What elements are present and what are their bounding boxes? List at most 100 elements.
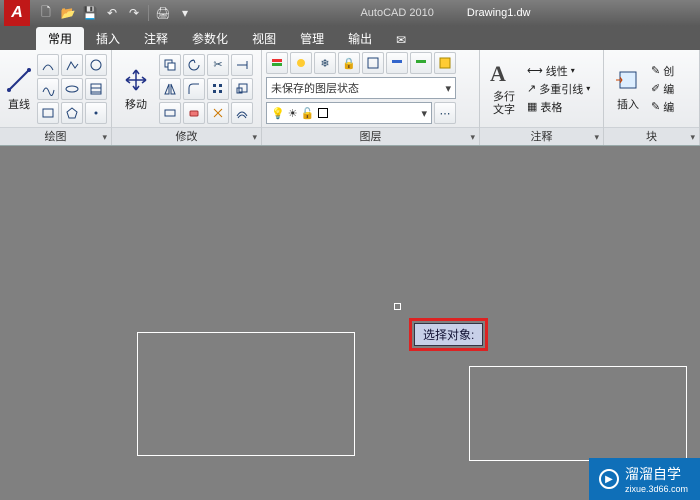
panel-modify-label[interactable]: 修改 bbox=[112, 127, 261, 145]
tooltip-text: 选择对象: bbox=[423, 328, 474, 342]
layer-off-icon[interactable] bbox=[290, 52, 312, 74]
move-button[interactable]: 移动 bbox=[116, 66, 156, 112]
stretch-icon[interactable] bbox=[159, 102, 181, 124]
layer-freeze-icon[interactable]: ❄ bbox=[314, 52, 336, 74]
polyline-icon[interactable] bbox=[61, 54, 83, 76]
watermark-url: zixue.3d66.com bbox=[625, 484, 688, 494]
move-label: 移动 bbox=[125, 96, 147, 112]
panel-draw-label[interactable]: 绘图 bbox=[0, 127, 111, 145]
layer-iso-icon[interactable] bbox=[362, 52, 384, 74]
play-icon: ▶ bbox=[599, 469, 619, 489]
panel-block-label[interactable]: 块 bbox=[604, 127, 699, 145]
bulb-icon: 💡 bbox=[271, 107, 285, 120]
quick-access-toolbar: 🗋 📂 💾 ↶ ↷ 🖨 ▾ bbox=[36, 3, 195, 23]
panel-annot-label[interactable]: 注释 bbox=[480, 127, 603, 145]
insert-block-button[interactable]: 插入 bbox=[608, 66, 648, 112]
tab-insert[interactable]: 插入 bbox=[84, 27, 132, 50]
layer-state-value: 未保存的图层状态 bbox=[271, 80, 359, 96]
panel-modify: 移动 ✂ 修改 bbox=[112, 50, 262, 145]
ellipse-icon[interactable] bbox=[61, 78, 83, 100]
layer-lock-icon[interactable]: 🔒 bbox=[338, 52, 360, 74]
mtext-label: 多行 文字 bbox=[493, 91, 515, 115]
line-label: 直线 bbox=[8, 96, 30, 112]
trim-icon[interactable]: ✂ bbox=[207, 54, 229, 76]
table-icon: ▦ bbox=[527, 100, 537, 113]
edit-block-button[interactable]: ✐ 编 bbox=[651, 81, 674, 97]
modify-tools: ✂ bbox=[159, 54, 253, 124]
qat-new-icon[interactable]: 🗋 bbox=[36, 3, 56, 23]
drawing-canvas[interactable]: 选择对象: ▶ 溜溜自学 zixue.3d66.com bbox=[0, 146, 700, 500]
arc-icon[interactable] bbox=[37, 54, 59, 76]
explode-icon[interactable] bbox=[207, 102, 229, 124]
layer-more-icon[interactable]: ⋯ bbox=[434, 102, 456, 124]
app-name: AutoCAD 2010 bbox=[360, 7, 433, 19]
qat-open-icon[interactable]: 📂 bbox=[58, 3, 78, 23]
tab-manage[interactable]: 管理 bbox=[288, 27, 336, 50]
text-icon: A bbox=[490, 61, 518, 89]
layer-match-icon[interactable] bbox=[386, 52, 408, 74]
fillet-icon[interactable] bbox=[183, 78, 205, 100]
point-icon[interactable] bbox=[85, 102, 107, 124]
titlebar: A 🗋 📂 💾 ↶ ↷ 🖨 ▾ AutoCAD 2010 Drawing1.dw bbox=[0, 0, 700, 26]
qat-redo-icon[interactable]: ↷ bbox=[124, 3, 144, 23]
layer-prev-icon[interactable] bbox=[410, 52, 432, 74]
edit-icon: ✐ bbox=[651, 82, 660, 95]
tab-annotate[interactable]: 注释 bbox=[132, 27, 180, 50]
create-block-button[interactable]: ✎ 创 bbox=[651, 63, 674, 79]
qat-print-icon[interactable]: 🖨 bbox=[153, 3, 173, 23]
sun-icon: ☀ bbox=[288, 107, 298, 120]
polygon-icon[interactable] bbox=[61, 102, 83, 124]
tab-parametric[interactable]: 参数化 bbox=[180, 27, 240, 50]
rotate-icon[interactable] bbox=[183, 54, 205, 76]
tab-output[interactable]: 输出 bbox=[336, 27, 384, 50]
layer-state-icon[interactable] bbox=[434, 52, 456, 74]
move-icon bbox=[122, 66, 150, 94]
offset-icon[interactable] bbox=[231, 102, 253, 124]
block-rows: ✎ 创 ✐ 编 ✎ 编 bbox=[651, 63, 674, 115]
chevron-down-icon: ▾ bbox=[586, 84, 590, 93]
create-icon: ✎ bbox=[651, 64, 660, 77]
tab-home[interactable]: 常用 bbox=[36, 27, 84, 50]
table-button[interactable]: ▦ 表格 bbox=[527, 99, 590, 115]
ribbon-tabs: 常用 插入 注释 参数化 视图 管理 输出 ✉ bbox=[0, 26, 700, 50]
spline-icon[interactable] bbox=[37, 78, 59, 100]
qat-save-icon[interactable]: 💾 bbox=[80, 3, 100, 23]
rectangle-icon[interactable] bbox=[37, 102, 59, 124]
rectangle-shape[interactable] bbox=[137, 332, 355, 456]
layer-current-combo[interactable]: 💡 ☀ 🔓 bbox=[266, 102, 432, 124]
edit-attr-button[interactable]: ✎ 编 bbox=[651, 99, 674, 115]
table-label: 表格 bbox=[540, 99, 562, 115]
copy-icon[interactable] bbox=[159, 54, 181, 76]
circle-icon[interactable] bbox=[85, 54, 107, 76]
attr-icon: ✎ bbox=[651, 100, 660, 113]
panel-draw: 直线 绘图 bbox=[0, 50, 112, 145]
mleader-button[interactable]: ↗ 多重引线 ▾ bbox=[527, 81, 590, 97]
app-logo[interactable]: A bbox=[4, 0, 30, 26]
mleader-label: 多重引线 bbox=[539, 81, 583, 97]
erase-icon[interactable] bbox=[183, 102, 205, 124]
watermark: ▶ 溜溜自学 zixue.3d66.com bbox=[589, 458, 700, 500]
linear-dim-button[interactable]: ⟷ 线性 ▾ bbox=[527, 63, 590, 79]
mtext-button[interactable]: A 多行 文字 bbox=[484, 61, 524, 115]
line-button[interactable]: 直线 bbox=[4, 66, 34, 112]
qat-dropdown-icon[interactable]: ▾ bbox=[175, 3, 195, 23]
tab-mail[interactable]: ✉ bbox=[384, 30, 418, 50]
panel-annotation: A 多行 文字 ⟷ 线性 ▾ ↗ 多重引线 ▾ ▦ 表格 bbox=[480, 50, 604, 145]
draw-tools bbox=[37, 54, 107, 124]
qat-undo-icon[interactable]: ↶ bbox=[102, 3, 122, 23]
hatch-icon[interactable] bbox=[85, 78, 107, 100]
dim-icon: ⟷ bbox=[527, 64, 543, 77]
tab-view[interactable]: 视图 bbox=[240, 27, 288, 50]
panel-layer-label[interactable]: 图层 bbox=[262, 127, 479, 145]
array-icon[interactable] bbox=[207, 78, 229, 100]
mirror-icon[interactable] bbox=[159, 78, 181, 100]
scale-icon[interactable] bbox=[231, 78, 253, 100]
insert-icon bbox=[614, 66, 642, 94]
layer-state-combo[interactable]: 未保存的图层状态 bbox=[266, 77, 456, 99]
panel-block: 插入 ✎ 创 ✐ 编 ✎ 编 块 bbox=[604, 50, 700, 145]
layer-props-icon[interactable] bbox=[266, 52, 288, 74]
rectangle-shape[interactable] bbox=[469, 366, 687, 461]
leader-icon: ↗ bbox=[527, 82, 536, 95]
panel-layer: ❄ 🔒 未保存的图层状态 💡 ☀ 🔓 ⋯ 图层 bbox=[262, 50, 480, 145]
extend-icon[interactable] bbox=[231, 54, 253, 76]
